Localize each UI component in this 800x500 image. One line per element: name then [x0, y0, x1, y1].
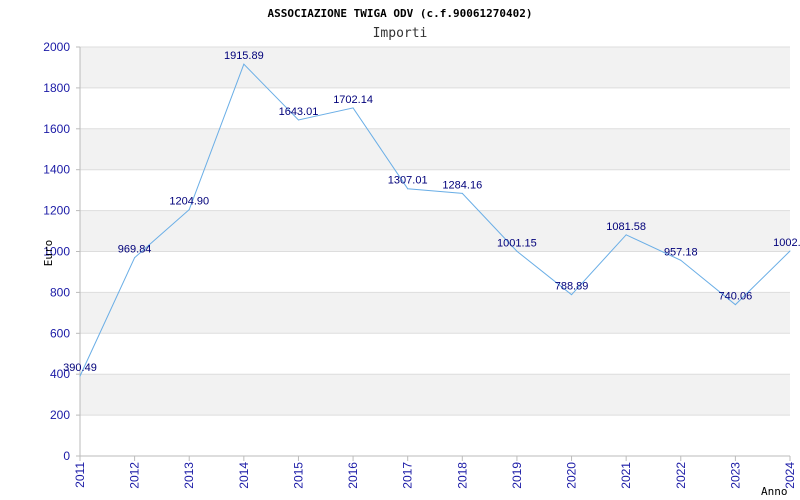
plot-band [80, 292, 790, 334]
y-tick-label: 600 [50, 326, 70, 340]
data-label: 1702.14 [333, 94, 373, 106]
x-axis-ticks: 2011 2012 2013 2014 2015 2016 2017 2018 2019 2020… [73, 456, 797, 489]
data-point [243, 63, 245, 65]
x-tick-label: 2023 [728, 462, 742, 489]
data-label: 1284.16 [442, 179, 482, 191]
line-chart: 0200400600800100012001400160018002000 20… [42, 7, 800, 498]
data-point [461, 192, 463, 194]
data-label: 1001.15 [497, 237, 537, 249]
x-tick-label: 2017 [401, 462, 415, 489]
data-point [188, 209, 190, 211]
data-label: 1204.90 [169, 196, 209, 208]
data-point [79, 375, 81, 377]
y-tick-label: 800 [50, 285, 70, 299]
chart-title: ASSOCIAZIONE TWIGA ODV (c.f.90061270402) [268, 7, 533, 20]
y-axis-label: Euro [42, 240, 55, 267]
data-label: 1643.01 [279, 106, 319, 118]
x-tick-label: 2011 [73, 462, 87, 488]
chart-subtitle: Importi [373, 26, 428, 41]
data-point [134, 257, 136, 259]
x-tick-label: 2022 [674, 462, 688, 489]
plot-band [80, 87, 790, 129]
plot-band [80, 374, 790, 416]
data-point [571, 294, 573, 296]
x-tick-label: 2020 [565, 462, 579, 489]
data-label: 1307.01 [388, 175, 428, 187]
y-tick-label: 1200 [43, 204, 70, 218]
y-tick-label: 2000 [43, 40, 70, 54]
data-point [734, 304, 736, 306]
data-point [680, 259, 682, 261]
y-tick-label: 1600 [43, 122, 70, 136]
y-tick-label: 1400 [43, 163, 70, 177]
data-label: 390.49 [63, 362, 97, 374]
plot-band [80, 333, 790, 375]
y-tick-label: 1800 [43, 81, 70, 95]
plot-band [80, 128, 790, 170]
data-label: 1002.3 [773, 237, 800, 249]
y-tick-label: 0 [63, 449, 70, 463]
x-tick-label: 2016 [346, 462, 360, 489]
data-label: 1915.89 [224, 50, 264, 62]
plot-band [80, 415, 790, 456]
x-tick-label: 2013 [182, 462, 196, 489]
data-point [297, 119, 299, 121]
data-label: 740.06 [719, 291, 753, 303]
data-point [625, 234, 627, 236]
x-tick-label: 2015 [291, 462, 305, 489]
x-tick-label: 2019 [510, 462, 524, 489]
x-tick-label: 2021 [619, 462, 633, 489]
y-tick-label: 200 [50, 408, 70, 422]
x-tick-label: 2014 [237, 462, 251, 489]
data-label: 788.89 [555, 281, 589, 293]
x-tick-label: 2018 [455, 462, 469, 489]
data-point [516, 250, 518, 252]
data-label: 1081.58 [606, 221, 646, 233]
data-label: 969.84 [118, 244, 152, 256]
data-point [789, 250, 791, 252]
plot-band [80, 47, 790, 88]
x-tick-label: 2012 [128, 462, 142, 489]
data-point [407, 188, 409, 190]
data-label: 957.18 [664, 246, 698, 258]
data-point [352, 107, 354, 109]
x-axis-label: Anno [761, 485, 788, 498]
